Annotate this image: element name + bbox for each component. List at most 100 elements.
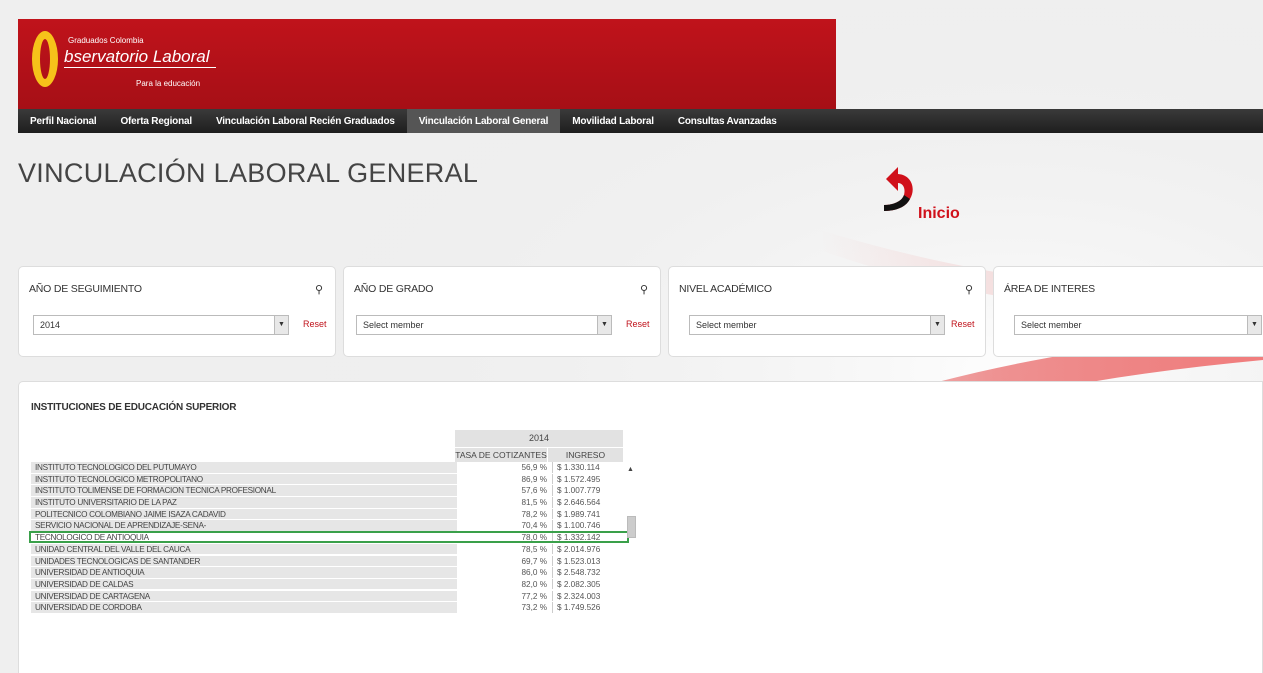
back-arrow-icon: [884, 167, 913, 211]
table-row[interactable]: UNIVERSIDAD DE CORDOBA 73,2 % $ 1.749.52…: [31, 602, 651, 614]
ano-grado-select[interactable]: Select member ▼: [356, 315, 612, 335]
filter-ano-seguimiento: AÑO DE SEGUIMIENTO ⚲ 2014 ▼ Reset: [18, 266, 336, 357]
institution-name: UNIVERSIDAD DE CARTAGENA: [31, 590, 457, 602]
rate-cell: 86,0 %: [521, 568, 548, 578]
rate-cell: 78,5 %: [521, 544, 548, 554]
income-cell: $ 1.007.779: [552, 485, 627, 496]
rate-cell: 81,5 %: [521, 498, 548, 508]
area-interes-select[interactable]: Select member ▼: [1014, 315, 1262, 335]
institutions-table-body: INSTITUTO TECNOLOGICO DEL PUTUMAYO 56,9 …: [29, 462, 651, 614]
nav-item-oferta-regional[interactable]: Oferta Regional: [108, 109, 203, 133]
institution-name: UNIVERSIDAD DE ANTIOQUIA: [31, 567, 457, 578]
home-link[interactable]: Inicio: [880, 165, 970, 225]
filter-title: AÑO DE GRADO: [354, 283, 434, 295]
institution-name: INSTITUTO UNIVERSITARIO DE LA PAZ: [31, 497, 457, 508]
main-navigation: Perfil Nacional Oferta Regional Vinculac…: [18, 109, 1263, 133]
select-value: Select member: [1021, 320, 1082, 330]
income-cell: $ 2.548.732: [552, 567, 627, 578]
income-cell: $ 1.100.746: [552, 520, 627, 531]
institution-name: INSTITUTO TECNOLOGICO DEL PUTUMAYO: [31, 462, 457, 473]
nivel-academico-select[interactable]: Select member ▼: [689, 315, 945, 335]
select-value: 2014: [40, 320, 61, 330]
income-cell: $ 1.989.741: [552, 508, 627, 520]
filter-title: ÁREA DE INTERES: [1004, 283, 1095, 295]
income-cell: $ 2.082.305: [552, 578, 627, 590]
table-scrollbar[interactable]: ▲: [625, 462, 637, 673]
rate-cell: 57,6 %: [521, 486, 548, 496]
institution-name: UNIDADES TECNOLOGICAS DE SANTANDER: [31, 555, 457, 566]
institution-name: UNIDAD CENTRAL DEL VALLE DEL CAUCA: [31, 543, 457, 555]
table-row[interactable]: INSTITUTO TOLIMENSE DE FORMACION TECNICA…: [31, 485, 651, 497]
nav-item-consultas-avanzadas[interactable]: Consultas Avanzadas: [666, 109, 789, 133]
table-row[interactable]: UNIVERSIDAD DE ANTIOQUIA 86,0 % $ 2.548.…: [31, 567, 651, 579]
rate-cell: 69,7 %: [521, 556, 548, 566]
table-row[interactable]: UNIDAD CENTRAL DEL VALLE DEL CAUCA 78,5 …: [31, 543, 651, 556]
table-row-highlighted[interactable]: TECNOLOGICO DE ANTIOQUIA 78,0 % $ 1.332.…: [29, 531, 651, 544]
select-value: Select member: [696, 320, 757, 330]
ano-seguimiento-select[interactable]: 2014 ▼: [33, 315, 289, 335]
income-cell: $ 2.014.976: [552, 543, 627, 555]
select-value: Select member: [363, 320, 424, 330]
home-label: Inicio: [918, 205, 960, 222]
logo-main-text: bservatorio Laboral: [64, 47, 216, 68]
year-header: 2014: [455, 430, 623, 447]
institution-name: UNIVERSIDAD DE CORDOBA: [31, 602, 457, 613]
column-header-rate: TASA DE COTIZANTES: [455, 448, 547, 462]
filter-area-interes: ÁREA DE INTERES Select member ▼: [993, 266, 1263, 357]
chevron-down-icon[interactable]: ▼: [930, 316, 944, 334]
reset-button[interactable]: Reset: [951, 319, 975, 329]
highlight-frame: [29, 531, 629, 544]
scroll-up-icon[interactable]: ▲: [627, 466, 634, 473]
rate-cell: 77,2 %: [521, 591, 548, 601]
logo-small-text: Graduados Colombia: [68, 36, 144, 45]
institution-name: SERVICIO NACIONAL DE APRENDIZAJE-SENA-: [31, 520, 457, 531]
filter-ano-grado: AÑO DE GRADO ⚲ Select member ▼ Reset: [343, 266, 661, 357]
nav-item-vinculacion-general[interactable]: Vinculación Laboral General: [406, 109, 561, 133]
rate-cell: 86,9 %: [521, 474, 548, 484]
pin-icon[interactable]: ⚲: [640, 283, 648, 296]
rate-cell: 73,2 %: [521, 603, 548, 613]
institutions-title: INSTITUCIONES DE EDUCACIÓN SUPERIOR: [31, 402, 237, 413]
income-cell: $ 1.572.495: [552, 473, 627, 485]
rate-cell: 70,4 %: [521, 521, 548, 531]
institution-name: UNIVERSIDAD DE CALDAS: [31, 578, 457, 590]
institution-name: INSTITUTO TOLIMENSE DE FORMACION TECNICA…: [31, 485, 457, 496]
chevron-down-icon[interactable]: ▼: [1247, 316, 1261, 334]
chevron-down-icon[interactable]: ▼: [274, 316, 288, 334]
institutions-panel: INSTITUCIONES DE EDUCACIÓN SUPERIOR 2014…: [18, 381, 1263, 673]
table-row[interactable]: UNIDADES TECNOLOGICAS DE SANTANDER 69,7 …: [31, 555, 651, 568]
income-cell: $ 2.324.003: [552, 590, 627, 602]
table-row[interactable]: INSTITUTO TECNOLOGICO METROPOLITANO 86,9…: [31, 473, 651, 486]
institution-name: POLITECNICO COLOMBIANO JAIME ISAZA CADAV…: [31, 508, 457, 520]
filter-title: AÑO DE SEGUIMIENTO: [29, 283, 142, 295]
table-row[interactable]: INSTITUTO TECNOLOGICO DEL PUTUMAYO 56,9 …: [31, 462, 651, 474]
rate-cell: 82,0 %: [521, 579, 548, 589]
logo-sub-text: Para la educación: [136, 79, 201, 88]
chevron-down-icon[interactable]: ▼: [597, 316, 611, 334]
header-banner: Graduados Colombia bservatorio Laboral P…: [18, 19, 836, 109]
nav-item-vinculacion-recien-graduados[interactable]: Vinculación Laboral Recién Graduados: [204, 109, 407, 133]
table-row[interactable]: INSTITUTO UNIVERSITARIO DE LA PAZ 81,5 %…: [31, 497, 651, 509]
nav-item-movilidad-laboral[interactable]: Movilidad Laboral: [560, 109, 666, 133]
income-cell: $ 2.646.564: [552, 497, 627, 508]
institution-name: INSTITUTO TECNOLOGICO METROPOLITANO: [31, 473, 457, 485]
pin-icon[interactable]: ⚲: [965, 283, 973, 296]
column-header-income: INGRESO: [548, 448, 623, 462]
filter-title: NIVEL ACADÉMICO: [679, 283, 772, 295]
income-cell: $ 1.749.526: [552, 602, 627, 613]
income-cell: $ 1.523.013: [552, 555, 627, 566]
table-row[interactable]: UNIVERSIDAD DE CALDAS 82,0 % $ 2.082.305: [31, 578, 651, 591]
table-row[interactable]: UNIVERSIDAD DE CARTAGENA 77,2 % $ 2.324.…: [31, 590, 651, 603]
income-cell: $ 1.330.114: [552, 462, 627, 473]
reset-button[interactable]: Reset: [303, 319, 327, 329]
table-row[interactable]: POLITECNICO COLOMBIANO JAIME ISAZA CADAV…: [31, 508, 651, 521]
scroll-thumb[interactable]: [627, 516, 636, 538]
nav-item-perfil-nacional[interactable]: Perfil Nacional: [18, 109, 108, 133]
reset-button[interactable]: Reset: [626, 319, 650, 329]
rate-cell: 56,9 %: [521, 463, 548, 472]
page-title: VINCULACIÓN LABORAL GENERAL: [18, 158, 479, 188]
filter-nivel-academico: NIVEL ACADÉMICO ⚲ Select member ▼ Reset: [668, 266, 986, 357]
observatorio-logo-icon: [32, 31, 58, 87]
pin-icon[interactable]: ⚲: [315, 283, 323, 296]
rate-cell: 78,2 %: [521, 509, 548, 519]
